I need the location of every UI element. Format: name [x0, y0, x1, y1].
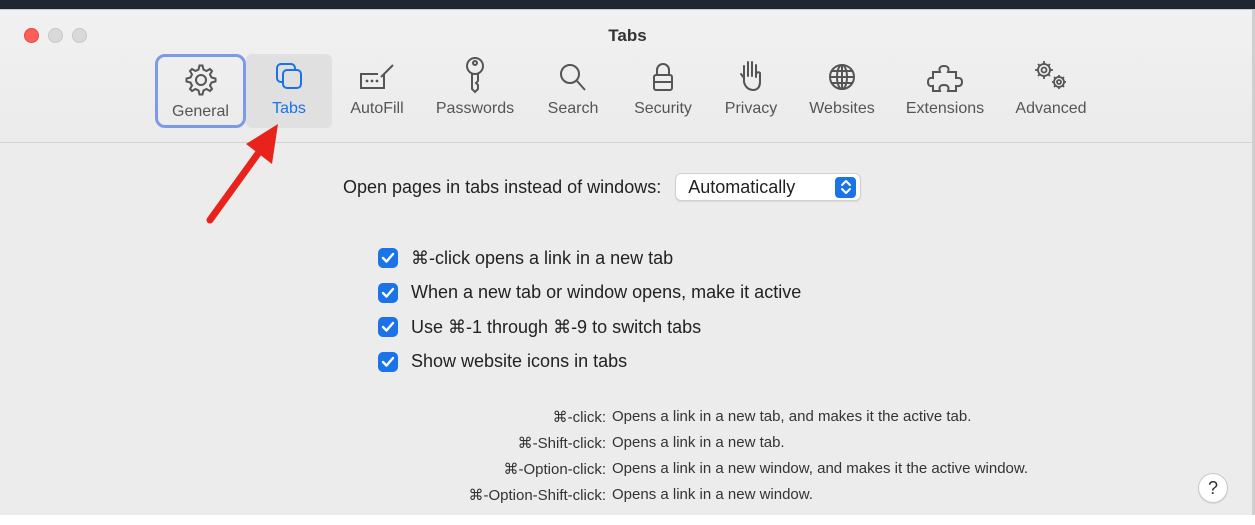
puzzle-icon	[925, 54, 965, 94]
tab-websites[interactable]: Websites	[800, 54, 884, 128]
open-pages-value: Automatically	[688, 176, 796, 197]
annotation-arrow-icon	[206, 124, 278, 224]
shortcut-row: ⌘-click:	[0, 408, 606, 434]
check-label: Use ⌘-1 through ⌘-9 to switch tabs	[411, 316, 702, 337]
shortcut-row: ⌘-Option-click:	[0, 460, 606, 486]
tab-passwords-label: Passwords	[435, 100, 515, 117]
shortcut-row-desc: Opens a link in a new tab.	[612, 434, 785, 460]
check-row[interactable]: ⌘-click opens a link in a new tab	[378, 241, 801, 276]
checkbox[interactable]	[378, 248, 398, 269]
autofill-icon	[357, 54, 397, 94]
shortcut-desc: Opens a link in a new tab, and makes it …	[612, 408, 972, 425]
shortcut-key: ⌘-Option-Shift-click:	[468, 487, 606, 504]
open-pages-popup[interactable]: Automatically	[675, 173, 862, 201]
check-row[interactable]: When a new tab or window opens, make it …	[378, 276, 801, 311]
check-row[interactable]: Show website icons in tabs	[378, 345, 801, 380]
tabs-icon	[272, 54, 306, 94]
titlebar: Tabs General Tabs AutoFill Passwords Sea…	[0, 10, 1255, 143]
tab-tabs-label: Tabs	[272, 100, 306, 117]
shortcut-key: ⌘-click:	[552, 409, 606, 426]
open-pages-label: Open pages in tabs instead of windows:	[343, 176, 662, 197]
checkbox[interactable]	[378, 282, 398, 303]
open-pages-row: Open pages in tabs instead of windows: A…	[343, 173, 862, 201]
shortcut-row: ⌘-Shift-click:	[0, 434, 606, 460]
magnifier-icon	[557, 54, 589, 94]
tab-advanced-label: Advanced	[1015, 100, 1087, 117]
tab-privacy-label: Privacy	[724, 100, 778, 117]
checkbox[interactable]	[378, 317, 398, 338]
shortcut-row: ⌘-Option-Shift-click:	[0, 486, 606, 512]
hand-icon	[735, 54, 767, 94]
shortcut-desc: Opens a link in a new window, and makes …	[612, 460, 1029, 477]
gears-icon	[1031, 54, 1071, 94]
tab-general[interactable]: General	[155, 54, 246, 128]
shortcut-row-desc: Opens a link in a new window.	[612, 486, 813, 512]
shortcut-desc: Opens a link in a new tab.	[612, 434, 785, 451]
tab-advanced[interactable]: Advanced	[1006, 54, 1096, 128]
shortcut-key: ⌘-Option-click:	[503, 461, 606, 478]
shortcut-row-desc: Opens a link in a new window, and makes …	[612, 460, 1028, 486]
tab-security[interactable]: Security	[622, 54, 704, 128]
tab-privacy[interactable]: Privacy	[716, 54, 786, 128]
tab-extensions-label: Extensions	[905, 100, 985, 117]
lock-icon	[648, 54, 678, 94]
tab-search-label: Search	[547, 100, 599, 117]
gear-icon	[184, 57, 218, 97]
tab-extensions[interactable]: Extensions	[896, 54, 994, 128]
window-title: Tabs	[608, 26, 647, 45]
tab-security-label: Security	[634, 100, 692, 117]
shortcut-row-desc: Opens a link in a new tab, and makes it …	[612, 408, 971, 434]
preferences-toolbar: General Tabs AutoFill Passwords Search S…	[0, 54, 1255, 128]
shortcut-desc: Opens a link in a new window.	[612, 486, 813, 503]
tab-options: ⌘-click opens a link in a new tab When a…	[378, 241, 801, 379]
help-button[interactable]: ?	[1198, 473, 1228, 503]
checkbox[interactable]	[378, 351, 398, 372]
check-label: When a new tab or window opens, make it …	[411, 282, 802, 303]
globe-icon	[825, 54, 859, 94]
tabs-pane: Open pages in tabs instead of windows: A…	[0, 143, 1255, 525]
desktop-background	[0, 0, 1255, 9]
tab-autofill-label: AutoFill	[350, 100, 404, 117]
check-label: Show website icons in tabs	[411, 351, 628, 372]
check-label: ⌘-click opens a link in a new tab	[411, 247, 674, 268]
tab-tabs[interactable]: Tabs	[246, 54, 332, 128]
chevron-updown-icon	[835, 176, 857, 198]
tab-passwords[interactable]: Passwords	[428, 54, 522, 128]
tab-general-label: General	[172, 103, 229, 120]
tab-websites-label: Websites	[809, 100, 875, 117]
tab-search[interactable]: Search	[538, 54, 608, 128]
shortcut-key: ⌘-Shift-click:	[517, 435, 606, 452]
preferences-window: Tabs General Tabs AutoFill Passwords Sea…	[0, 9, 1255, 515]
check-row[interactable]: Use ⌘-1 through ⌘-9 to switch tabs	[378, 310, 801, 345]
tab-autofill[interactable]: AutoFill	[340, 54, 414, 128]
key-icon	[460, 54, 490, 94]
